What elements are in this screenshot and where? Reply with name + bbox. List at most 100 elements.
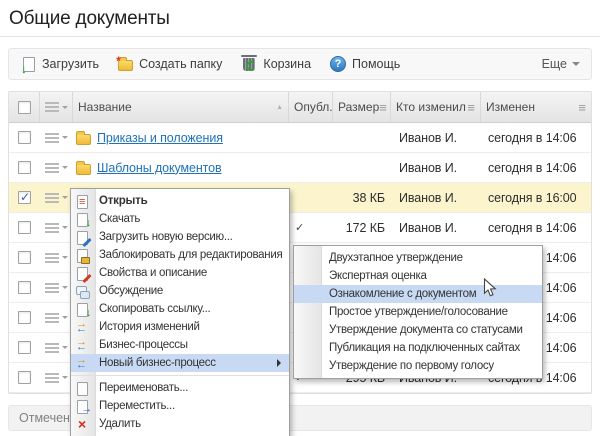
- menu-item-change-history[interactable]: История изменений: [71, 318, 289, 336]
- grid-menu-icon: [45, 102, 68, 112]
- header-actions-menu[interactable]: [40, 92, 73, 122]
- submenu-item-status-approval[interactable]: Утверждение документа со статусами: [294, 321, 542, 339]
- more-button-label: Еще: [542, 57, 567, 71]
- column-settings-icon[interactable]: ≡: [379, 101, 387, 114]
- row-menu-icon[interactable]: [40, 223, 73, 233]
- menu-item-rename[interactable]: Переименовать...: [71, 379, 289, 397]
- modified-cell: сегодня в 14:06: [481, 131, 591, 145]
- row-checkbox[interactable]: [18, 221, 31, 234]
- size-cell: 172 КБ: [333, 221, 391, 235]
- row-checkbox[interactable]: [18, 311, 31, 324]
- modified-cell: сегодня в 16:00: [481, 191, 591, 205]
- upload-button-label: Загрузить: [42, 57, 99, 71]
- folder-link[interactable]: Приказы и положения: [97, 131, 223, 145]
- row-menu-icon[interactable]: [40, 313, 73, 323]
- folder-icon: [76, 134, 91, 145]
- shared-documents-page: Общие документы Загрузить * Создать папк…: [0, 8, 600, 436]
- context-menu: Открыть Скачать Загрузить новую версию..…: [70, 188, 290, 436]
- menu-item-upload-new-version[interactable]: Загрузить новую версию...: [71, 228, 289, 246]
- business-process-submenu: Двухэтапное утверждение Экспертная оценк…: [293, 245, 543, 379]
- help-icon: ?: [330, 56, 346, 72]
- column-settings-icon[interactable]: ≡: [467, 101, 475, 114]
- row-checkbox[interactable]: [18, 371, 31, 384]
- header-modified[interactable]: Изменен≡: [481, 92, 591, 122]
- trash-icon: [243, 58, 255, 71]
- create-folder-button[interactable]: * Создать папку: [118, 57, 222, 71]
- open-icon: [75, 194, 90, 209]
- more-button[interactable]: Еще: [542, 57, 580, 71]
- toolbar: Загрузить * Создать папку Корзина ? Помо…: [8, 48, 592, 80]
- sort-asc-icon: ▲: [276, 104, 283, 111]
- copy-link-icon: [75, 302, 90, 317]
- menu-item-download[interactable]: Скачать: [71, 210, 289, 228]
- menu-item-discussion[interactable]: Обсуждение: [71, 282, 289, 300]
- business-process-icon: [75, 338, 90, 353]
- menu-item-properties[interactable]: Свойства и описание: [71, 264, 289, 282]
- submenu-item-two-stage-approval[interactable]: Двухэтапное утверждение: [294, 249, 542, 267]
- select-all-checkbox[interactable]: [18, 101, 31, 114]
- chevron-down-icon: [572, 62, 580, 70]
- row-checkbox[interactable]: [18, 131, 31, 144]
- row-checkbox-checked[interactable]: [18, 191, 31, 204]
- move-icon: [75, 399, 90, 414]
- menu-item-lock-for-editing[interactable]: Заблокировать для редактирования: [71, 246, 289, 264]
- modified-by-cell: Иванов И.: [391, 131, 481, 145]
- discussion-icon: [75, 284, 90, 299]
- row-menu-icon[interactable]: [40, 163, 73, 173]
- delete-icon: [75, 417, 90, 432]
- row-menu-icon[interactable]: [40, 193, 73, 203]
- submenu-item-first-vote-approval[interactable]: Утверждение по первому голосу: [294, 357, 542, 375]
- table-row-folder[interactable]: Приказы и положения Иванов И. сегодня в …: [9, 123, 591, 153]
- column-settings-icon[interactable]: ≡: [578, 101, 586, 114]
- modified-cell: сегодня в 14:06: [481, 161, 591, 175]
- submenu-arrow-icon: [277, 359, 285, 367]
- upload-icon: [20, 56, 36, 72]
- modified-by-cell: Иванов И.: [391, 161, 481, 175]
- row-checkbox[interactable]: [18, 281, 31, 294]
- row-menu-icon[interactable]: [40, 283, 73, 293]
- trash-button[interactable]: Корзина: [241, 57, 311, 71]
- row-menu-icon[interactable]: [40, 343, 73, 353]
- page-title: Общие документы: [9, 8, 600, 30]
- row-checkbox[interactable]: [18, 341, 31, 354]
- menu-item-new-business-process[interactable]: Новый бизнес-процесс: [71, 354, 289, 372]
- table-row-folder[interactable]: Шаблоны документов Иванов И. сегодня в 1…: [9, 153, 591, 183]
- menu-separator: [71, 375, 289, 376]
- size-cell: 38 КБ: [333, 191, 391, 205]
- menu-item-open[interactable]: Открыть: [71, 192, 289, 210]
- lock-icon: [75, 248, 90, 263]
- menu-item-copy-link[interactable]: Скопировать ссылку...: [71, 300, 289, 318]
- submenu-item-expert-evaluation[interactable]: Экспертная оценка: [294, 267, 542, 285]
- row-menu-icon[interactable]: [40, 373, 73, 383]
- row-checkbox[interactable]: [18, 161, 31, 174]
- submenu-item-publish-to-sites[interactable]: Публикация на подключенных сайтах: [294, 339, 542, 357]
- row-checkbox[interactable]: [18, 251, 31, 264]
- help-button-label: Помощь: [352, 57, 400, 71]
- rename-icon: [75, 381, 90, 396]
- upload-button[interactable]: Загрузить: [20, 56, 99, 72]
- header-name[interactable]: Название▲: [73, 92, 289, 122]
- submenu-item-document-review[interactable]: Ознакомление с документом: [294, 285, 542, 303]
- upload-version-icon: [75, 230, 90, 245]
- modified-by-cell: Иванов И.: [391, 191, 481, 205]
- folder-link[interactable]: Шаблоны документов: [97, 161, 222, 175]
- header-select-all[interactable]: [9, 92, 40, 122]
- modified-cell: сегодня в 14:06: [481, 221, 591, 235]
- header-size[interactable]: Размер≡: [333, 92, 391, 122]
- help-button[interactable]: ? Помощь: [330, 56, 400, 72]
- menu-item-delete[interactable]: Удалить: [71, 415, 289, 433]
- menu-item-business-processes[interactable]: Бизнес-процессы: [71, 336, 289, 354]
- new-business-process-icon: [75, 356, 90, 371]
- properties-icon: [75, 266, 90, 281]
- row-menu-icon[interactable]: [40, 253, 73, 263]
- header-modified-by[interactable]: Кто изменил≡: [391, 92, 481, 122]
- title-separator: [0, 36, 600, 37]
- new-folder-icon: *: [118, 60, 133, 71]
- submenu-item-simple-approval[interactable]: Простое утверждение/голосование: [294, 303, 542, 321]
- folder-icon: [76, 164, 91, 175]
- row-menu-icon[interactable]: [40, 133, 73, 143]
- trash-button-label: Корзина: [263, 57, 311, 71]
- header-published[interactable]: Опубл.: [289, 92, 333, 122]
- mouse-cursor: [483, 278, 497, 298]
- menu-item-move[interactable]: Переместить...: [71, 397, 289, 415]
